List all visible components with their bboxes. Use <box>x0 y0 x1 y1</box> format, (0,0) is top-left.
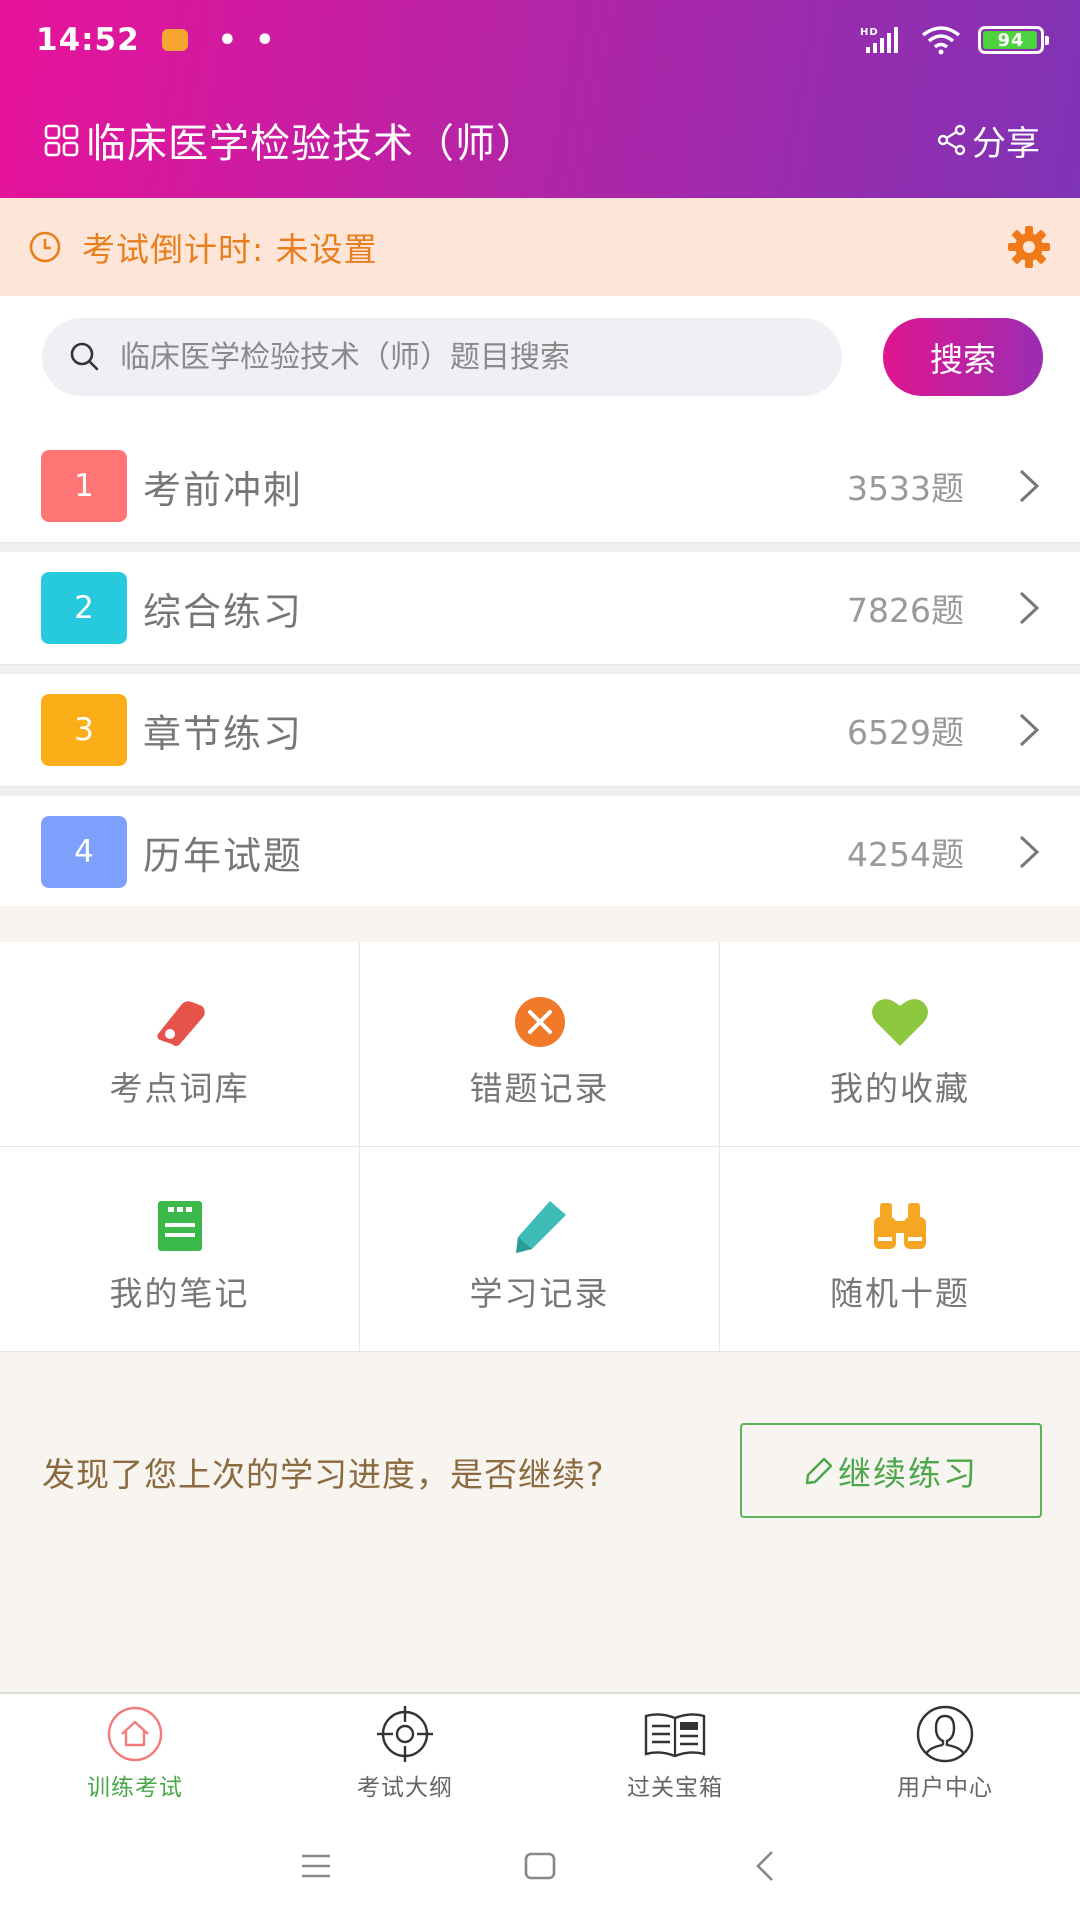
continue-practice-button[interactable]: 继续练习 <box>740 1423 1042 1518</box>
feature-favorites[interactable]: 我的收藏 <box>720 942 1080 1147</box>
category-label: 考前冲刺 <box>143 467 304 512</box>
feature-study-records[interactable]: 学习记录 <box>360 1147 720 1352</box>
tab-user-center[interactable]: 用户中心 <box>810 1694 1080 1808</box>
news-icon <box>644 1713 706 1758</box>
grid-menu-icon[interactable] <box>44 122 80 158</box>
countdown-text: 考试倒计时: 未设置 <box>82 230 378 269</box>
search-box[interactable] <box>42 318 842 396</box>
category-count: 3533题 <box>847 469 964 508</box>
chevron-right-icon <box>1019 591 1040 625</box>
tab-syllabus[interactable]: 考试大纲 <box>270 1694 540 1808</box>
search-icon <box>70 342 99 371</box>
share-button[interactable]: 分享 <box>936 116 1040 165</box>
square-icon <box>524 1852 556 1880</box>
category-list: 1 考前冲刺 3533题 2 综合练习 7826题 3 章节练习 6529题 4… <box>0 430 1080 918</box>
feature-label: 错题记录 <box>469 1069 610 1108</box>
home-icon <box>107 1706 163 1762</box>
share-icon <box>937 124 966 156</box>
menu-icon <box>302 1854 330 1878</box>
feature-grid: 考点词库 错题记录 我的收藏 我的笔记 学习记录 随机十题 <box>0 942 1080 1352</box>
category-item-chapter[interactable]: 3 章节练习 6529题 <box>0 674 1080 786</box>
tab-label: 考试大纲 <box>357 1775 453 1801</box>
status-bar: 14:52 • • HD 94 <box>0 0 1080 80</box>
tab-label: 训练考试 <box>87 1775 183 1801</box>
header: 14:52 • • HD 94 临床医学检验技术（师） 分享 <box>0 0 1080 198</box>
back-button[interactable] <box>748 1848 784 1888</box>
category-label: 综合练习 <box>143 589 304 634</box>
chevron-right-icon <box>1019 835 1040 869</box>
tab-training[interactable]: 训练考试 <box>0 1694 270 1808</box>
wifi-icon <box>921 26 961 55</box>
category-count: 7826题 <box>847 591 964 630</box>
category-badge: 4 <box>41 816 127 888</box>
binoculars-icon <box>874 1203 926 1249</box>
tab-label: 用户中心 <box>897 1775 993 1801</box>
heart-icon <box>872 999 928 1046</box>
divider <box>0 786 1080 796</box>
tab-treasure-box[interactable]: 过关宝箱 <box>540 1694 810 1808</box>
category-item-exam-sprint[interactable]: 1 考前冲刺 3533题 <box>0 430 1080 542</box>
category-badge: 2 <box>41 572 127 644</box>
status-time: 14:52 <box>36 22 140 58</box>
feature-label: 我的笔记 <box>109 1274 250 1313</box>
status-dots: • • <box>217 22 279 58</box>
bottom-tab-bar: 训练考试 考试大纲 过关宝箱 用户中心 <box>0 1692 1080 1808</box>
divider <box>0 542 1080 552</box>
notification-app-icon <box>161 29 188 51</box>
search-button[interactable]: 搜索 <box>883 318 1043 396</box>
system-navigation-bar <box>0 1808 1080 1920</box>
feature-label: 学习记录 <box>469 1274 610 1313</box>
divider <box>0 664 1080 674</box>
close-circle-icon <box>514 997 565 1047</box>
category-item-comprehensive[interactable]: 2 综合练习 7826题 <box>0 552 1080 664</box>
feature-notes[interactable]: 我的笔记 <box>0 1147 360 1352</box>
feature-keyword-bank[interactable]: 考点词库 <box>0 942 360 1147</box>
network-type: HD <box>860 27 879 38</box>
feature-label: 随机十题 <box>830 1274 970 1313</box>
gear-icon[interactable] <box>1006 224 1052 270</box>
category-label: 章节练习 <box>143 711 304 756</box>
chevron-right-icon <box>1019 469 1040 503</box>
pencil-icon <box>515 1201 566 1253</box>
recent-apps-button[interactable] <box>298 1848 334 1888</box>
back-icon <box>756 1851 773 1881</box>
category-count: 4254题 <box>847 835 964 874</box>
edit-icon <box>805 1457 833 1484</box>
search-row: 搜索 <box>0 318 1080 396</box>
battery-level: 94 <box>997 29 1025 51</box>
share-label: 分享 <box>972 123 1040 164</box>
user-icon <box>916 1705 974 1763</box>
resume-prompt: 发现了您上次的学习进度，是否继续? <box>42 1455 605 1494</box>
chevron-right-icon <box>1019 713 1040 747</box>
clock-icon <box>29 231 61 263</box>
feature-label: 考点词库 <box>109 1069 250 1108</box>
countdown-banner[interactable]: 考试倒计时: 未设置 <box>0 198 1080 296</box>
feature-wrong-answers[interactable]: 错题记录 <box>360 942 720 1147</box>
tag-icon <box>156 1001 205 1046</box>
signal-icon: HD <box>860 27 898 53</box>
home-button[interactable] <box>522 1848 558 1888</box>
search-input[interactable] <box>120 339 800 375</box>
battery-icon: 94 <box>978 26 1049 54</box>
category-badge: 3 <box>41 694 127 766</box>
category-count: 6529题 <box>847 713 964 752</box>
page-title: 临床医学检验技术（师） <box>86 121 537 167</box>
tab-label: 过关宝箱 <box>627 1775 723 1801</box>
category-label: 历年试题 <box>143 833 304 878</box>
title-bar: 临床医学检验技术（师） 分享 <box>0 100 1080 180</box>
category-item-past-exams[interactable]: 4 历年试题 4254题 <box>0 796 1080 908</box>
note-icon <box>157 1201 202 1251</box>
continue-practice-label: 继续练习 <box>838 1453 978 1493</box>
target-icon <box>377 1706 433 1762</box>
feature-label: 我的收藏 <box>830 1069 970 1108</box>
category-badge: 1 <box>41 450 127 522</box>
feature-random-ten[interactable]: 随机十题 <box>720 1147 1080 1352</box>
